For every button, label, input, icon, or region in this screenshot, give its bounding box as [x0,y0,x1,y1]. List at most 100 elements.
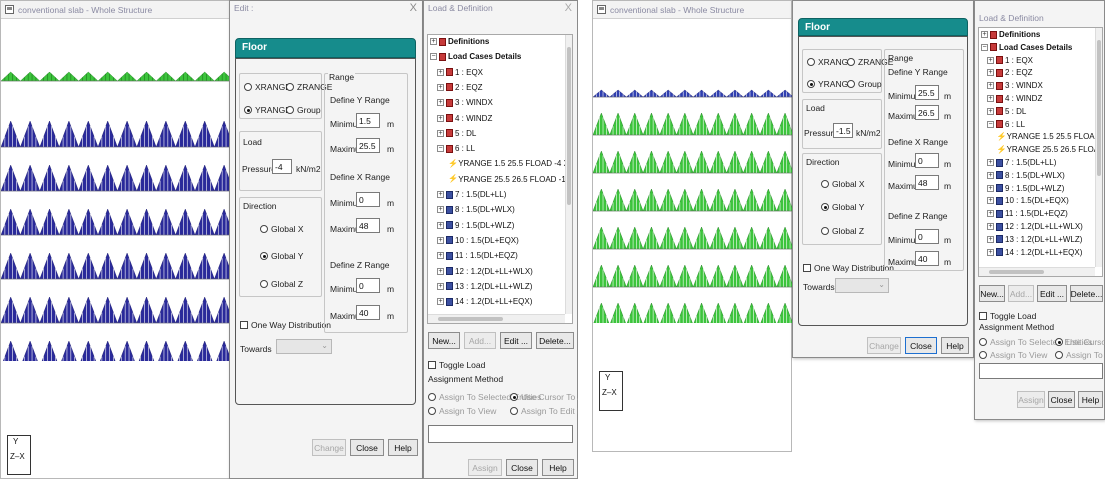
xrange-radio[interactable]: XRANGE [244,82,291,92]
toggle-load-checkbox[interactable]: Toggle Load [979,311,1036,321]
expand-icon[interactable]: + [437,298,444,306]
tree-item[interactable]: +10 : 1.5(DL+EQX) [437,236,519,245]
tree-item[interactable]: +1 : EQX [987,56,1033,65]
x-min-input[interactable]: 0 [356,192,380,207]
load-tree[interactable]: + Definitions − Load Cases Details +1 : EQX +… [427,34,573,324]
edit-button[interactable]: Edit ... [1037,285,1067,302]
help-button[interactable]: Help [388,439,418,456]
use-cursor-radio[interactable]: Use Cursor To Assign [510,392,578,402]
close-icon[interactable]: X [410,2,417,14]
expand-icon[interactable]: + [987,197,994,205]
expand-icon[interactable]: + [437,191,444,198]
expand-icon[interactable]: + [981,31,988,38]
assign-edit-list-radio[interactable]: Assign To Edit List [1055,350,1105,360]
expand-icon[interactable]: + [437,129,444,137]
assign-list-field[interactable] [979,363,1103,379]
tree-vertical-scrollbar[interactable] [1095,28,1102,267]
tree-item[interactable]: ⚡YRANGE 1.5 25.5 FLOAD -4 XRANGE 0 48 [997,132,1102,141]
scroll-thumb[interactable] [989,270,1044,274]
add-button[interactable]: Add... [1008,285,1034,302]
y-max-input[interactable]: 26.5 [915,105,939,120]
expand-icon[interactable]: + [437,206,444,214]
z-max-input[interactable]: 40 [915,251,939,266]
tree-item[interactable]: +2 : EQZ [437,83,483,92]
group-radio[interactable]: Group [847,79,882,89]
assign-view-radio[interactable]: Assign To View [428,406,496,416]
new-button[interactable]: New... [979,285,1005,302]
collapse-icon[interactable]: − [981,43,988,51]
global-x-radio[interactable]: Global X [821,179,865,189]
tree-item[interactable]: +5 : DL [437,129,476,138]
load-help-button[interactable]: Help [1078,391,1103,408]
tree-item[interactable]: +11 : 1.5(DL+EQZ) [987,209,1068,218]
expand-icon[interactable]: + [987,210,994,218]
tree-item[interactable]: ⚡YRANGE 1.5 25.5 FLOAD -4 XRANGE 0 48 [448,159,572,168]
tree-item[interactable]: +14 : 1.2(DL+LL+EQX) [437,297,532,306]
tree-item[interactable]: +14 : 1.2(DL+LL+EQX) [987,248,1082,257]
expand-icon[interactable]: + [437,267,444,275]
global-y-radio[interactable]: Global Y [821,202,864,212]
tree-item[interactable]: +8 : 1.5(DL+WLX) [437,205,515,214]
expand-icon[interactable]: + [437,252,444,260]
global-z-radio[interactable]: Global Z [260,279,303,289]
tree-item[interactable]: + Definitions [430,37,489,46]
expand-icon[interactable]: + [987,235,994,243]
expand-icon[interactable]: + [437,282,444,290]
towards-select[interactable]: ⌄ [835,278,889,293]
tree-item[interactable]: +10 : 1.5(DL+EQX) [987,196,1069,205]
expand-icon[interactable]: + [987,248,994,256]
assign-edit-list-radio[interactable]: Assign To Edit List [510,406,578,416]
tree-item[interactable]: +12 : 1.2(DL+LL+WLX) [437,267,533,276]
toggle-load-checkbox[interactable]: Toggle Load [428,360,485,370]
tree-item[interactable]: +9 : 1.5(DL+WLZ) [987,184,1064,193]
assign-view-radio[interactable]: Assign To View [979,350,1047,360]
expand-icon[interactable]: + [437,99,444,107]
tree-item[interactable]: +8 : 1.5(DL+WLX) [987,171,1065,180]
tree-item[interactable]: +4 : WINDZ [437,114,492,123]
pressure-input[interactable]: -1.5 [833,123,853,138]
one-way-distribution-checkbox[interactable]: One Way Distribution [803,263,894,273]
help-button[interactable]: Help [941,337,969,354]
tree-item[interactable]: − Load Cases Details [430,52,521,61]
towards-select[interactable]: ⌄ [276,339,332,354]
load-tree[interactable]: + Definitions − Load Cases Details +1 : EQX +… [978,27,1103,277]
one-way-distribution-checkbox[interactable]: One Way Distribution [240,320,331,330]
delete-button[interactable]: Delete... [536,332,574,349]
expand-icon[interactable]: + [987,171,994,179]
tree-horizontal-scrollbar[interactable] [979,267,1095,276]
assign-button[interactable]: Assign [1017,391,1045,408]
delete-button[interactable]: Delete... [1070,285,1103,302]
collapse-icon[interactable]: − [437,145,444,153]
tree-horizontal-scrollbar[interactable] [428,314,565,323]
assign-button[interactable]: Assign [468,459,502,476]
expand-icon[interactable]: + [437,236,444,244]
tree-item[interactable]: +7 : 1.5(DL+LL) [437,190,506,199]
expand-icon[interactable]: + [987,69,994,77]
change-button[interactable]: Change [867,337,901,354]
tree-item[interactable]: − 6 : LL [987,120,1025,129]
tree-item[interactable]: − Load Cases Details [981,43,1072,52]
expand-icon[interactable]: + [430,38,437,45]
z-min-input[interactable]: 0 [356,278,380,293]
expand-icon[interactable]: + [987,159,994,166]
close-button[interactable]: Close [350,439,384,456]
tree-item[interactable]: +1 : EQX [437,68,483,77]
change-button[interactable]: Change [312,439,346,456]
global-z-radio[interactable]: Global Z [821,226,864,236]
expand-icon[interactable]: + [987,82,994,90]
x-max-input[interactable]: 48 [356,218,380,233]
tree-item[interactable]: +7 : 1.5(DL+LL) [987,158,1056,167]
expand-icon[interactable]: + [437,68,444,76]
add-button[interactable]: Add... [464,332,496,349]
close-button[interactable]: Close [905,337,937,354]
tree-item[interactable]: +4 : WINDZ [987,94,1042,103]
tree-item[interactable]: +9 : 1.5(DL+WLZ) [437,221,514,230]
load-close-button[interactable]: Close [1048,391,1075,408]
x-min-input[interactable]: 0 [915,153,939,168]
pressure-input[interactable]: -4 [272,159,292,174]
tree-item[interactable]: +3 : WINDX [437,98,493,107]
tree-item[interactable]: +13 : 1.2(DL+LL+WLZ) [987,235,1082,244]
expand-icon[interactable]: + [987,223,994,230]
y-max-input[interactable]: 25.5 [356,138,380,153]
collapse-icon[interactable]: − [430,53,437,61]
